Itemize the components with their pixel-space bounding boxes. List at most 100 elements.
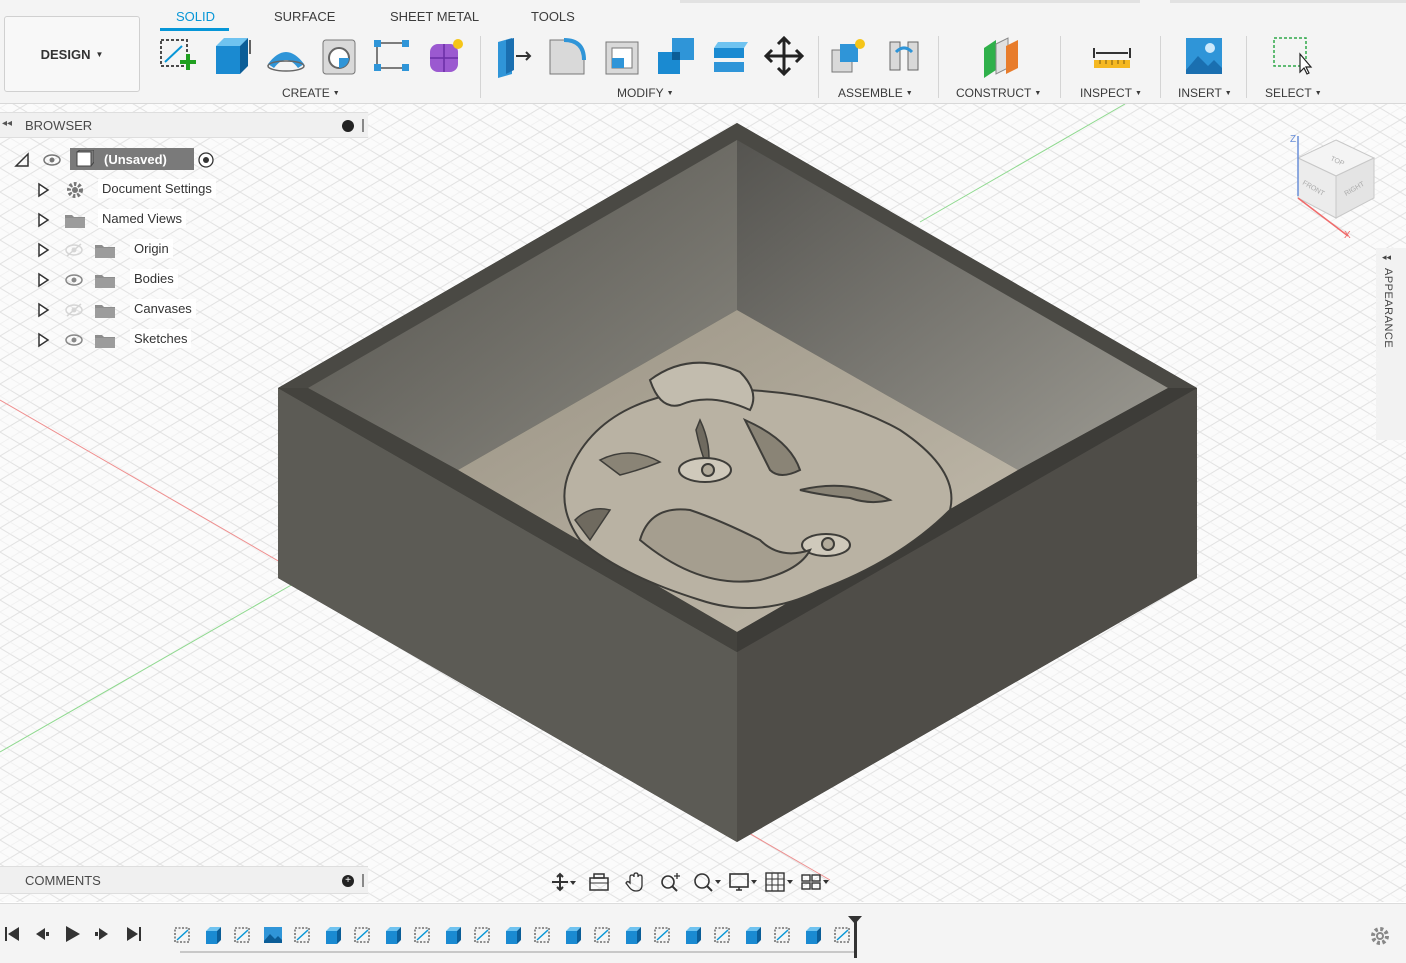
fit-icon[interactable] [692,871,722,893]
offset-plane-icon[interactable] [978,34,1022,78]
expand-icon[interactable]: ◂◂ [1382,252,1391,263]
expand-triangle-icon[interactable] [36,272,50,288]
timeline-marker[interactable] [854,918,857,958]
timeline-sketch-feature-icon[interactable] [652,924,674,946]
press-pull-icon[interactable] [492,34,536,78]
expand-triangle-icon[interactable] [36,302,50,318]
construct-menu[interactable]: CONSTRUCT ▼ [956,86,1041,100]
appearance-panel-tab[interactable]: ◂◂ APPEARANCE [1376,248,1406,440]
grid-settings-icon[interactable] [764,871,794,893]
zoom-icon[interactable] [656,871,686,893]
shell-icon[interactable] [600,34,644,78]
browser-header[interactable]: ◂◂ BROWSER [0,112,368,138]
add-comment-icon[interactable]: + [342,875,354,887]
pan-icon[interactable] [620,871,650,893]
expand-triangle-icon[interactable] [36,242,50,258]
expand-triangle-icon[interactable] [36,332,50,348]
extrude-icon[interactable] [210,34,254,78]
timeline-extrude-feature-icon[interactable] [802,924,824,946]
timeline-sketch-feature-icon[interactable] [412,924,434,946]
timeline-extrude-feature-icon[interactable] [202,924,224,946]
eye-hidden-icon[interactable] [64,302,84,318]
timeline-sketch-feature-icon[interactable] [292,924,314,946]
viewports-icon[interactable] [800,871,830,893]
browser-item-sketches[interactable]: Sketches [36,328,236,352]
timeline [0,903,1406,963]
timeline-sketch-feature-icon[interactable] [472,924,494,946]
move-icon[interactable] [762,34,806,78]
timeline-sketch-feature-icon[interactable] [232,924,254,946]
appearance-label: APPEARANCE [1382,268,1394,349]
expand-triangle-icon[interactable] [36,182,50,198]
timeline-canvas-feature-icon[interactable] [262,924,284,946]
comments-panel[interactable]: COMMENTS + [0,866,368,894]
timeline-sketch-feature-icon[interactable] [592,924,614,946]
eye-hidden-icon[interactable] [64,242,84,258]
activate-radio-icon[interactable] [198,152,214,168]
expand-down-icon[interactable] [14,152,30,168]
inspect-menu[interactable]: INSPECT ▼ [1080,86,1142,100]
create-menu[interactable]: CREATE ▼ [282,86,340,100]
create-sketch-icon[interactable] [156,34,200,78]
eye-icon[interactable] [64,332,84,348]
tab-tools[interactable]: TOOLS [531,9,575,24]
browser-item-origin[interactable]: Origin [36,238,236,262]
display-settings-icon[interactable] [728,871,758,893]
timeline-sketch-feature-icon[interactable] [772,924,794,946]
step-forward-icon[interactable] [92,924,114,946]
collapse-icon[interactable]: ◂◂ [2,118,12,129]
pin-icon[interactable] [362,874,364,887]
timeline-sketch-feature-icon[interactable] [352,924,374,946]
modify-menu[interactable]: MODIFY ▼ [617,86,674,100]
timeline-extrude-feature-icon[interactable] [382,924,404,946]
timeline-settings-gear-icon[interactable] [1368,924,1392,948]
workspace-design-button[interactable]: DESIGN ▼ [4,16,140,92]
timeline-extrude-feature-icon[interactable] [562,924,584,946]
play-icon[interactable] [62,924,84,946]
create-form-icon[interactable] [424,34,468,78]
timeline-sketch-feature-icon[interactable] [172,924,194,946]
browser-item-canvases[interactable]: Canvases [36,298,236,322]
timeline-extrude-feature-icon[interactable] [622,924,644,946]
browser-item-bodies[interactable]: Bodies [36,268,236,292]
browser-item-named-views[interactable]: Named Views [36,208,236,232]
offset-face-icon[interactable] [708,34,752,78]
browser-options-icon[interactable] [342,120,354,132]
look-at-icon[interactable] [584,871,614,893]
joint-icon[interactable] [882,34,926,78]
go-to-end-icon[interactable] [124,924,146,946]
expand-triangle-icon[interactable] [36,212,50,228]
timeline-extrude-feature-icon[interactable] [682,924,704,946]
pin-icon[interactable] [362,119,364,132]
tab-surface[interactable]: SURFACE [274,9,335,24]
select-menu[interactable]: SELECT ▼ [1265,86,1322,100]
select-window-icon[interactable] [1270,34,1314,78]
timeline-sketch-feature-icon[interactable] [532,924,554,946]
timeline-extrude-feature-icon[interactable] [322,924,344,946]
measure-icon[interactable] [1090,34,1134,78]
new-component-icon[interactable] [828,34,872,78]
browser-item-document-settings[interactable]: Document Settings [36,178,236,202]
fillet-icon[interactable] [546,34,590,78]
timeline-sketch-feature-icon[interactable] [832,924,854,946]
combine-icon[interactable] [654,34,698,78]
tab-solid[interactable]: SOLID [176,9,215,24]
eye-icon[interactable] [42,152,62,168]
hole-icon[interactable] [318,34,362,78]
revolve-icon[interactable] [264,34,308,78]
insert-canvas-icon[interactable] [1182,34,1226,78]
timeline-extrude-feature-icon[interactable] [502,924,524,946]
timeline-extrude-feature-icon[interactable] [742,924,764,946]
orbit-icon[interactable] [548,871,578,893]
timeline-extrude-feature-icon[interactable] [442,924,464,946]
timeline-sketch-feature-icon[interactable] [712,924,734,946]
tab-sheet-metal[interactable]: SHEET METAL [390,9,479,24]
assemble-menu[interactable]: ASSEMBLE ▼ [838,86,913,100]
pattern-icon[interactable] [370,34,414,78]
construct-label: CONSTRUCT [956,86,1032,100]
folder-icon [65,215,85,228]
step-back-icon[interactable] [32,924,54,946]
eye-icon[interactable] [64,272,84,288]
insert-menu[interactable]: INSERT ▼ [1178,86,1232,100]
go-to-start-icon[interactable] [2,924,24,946]
